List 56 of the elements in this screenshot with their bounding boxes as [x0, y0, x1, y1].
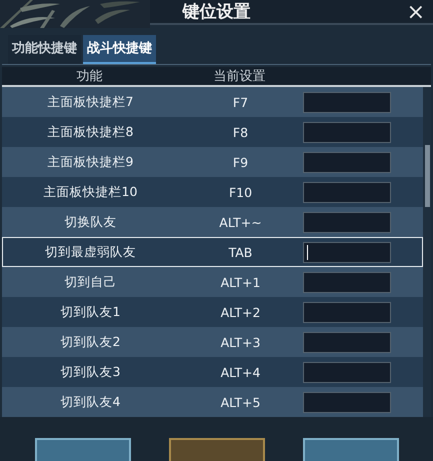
action-label: 主面板快捷栏7 — [46, 94, 134, 110]
footer-button[interactable] — [34, 438, 130, 461]
key-binding: ALT+1 — [220, 274, 262, 290]
footer-button[interactable] — [302, 438, 398, 461]
key-binding: ALT+~ — [218, 214, 263, 230]
key-binding: F8 — [232, 124, 250, 140]
action-label: 切到队友4 — [60, 394, 122, 410]
table-row[interactable]: 切换队友 ALT+~ — [2, 207, 423, 237]
key-binding: F10 — [228, 184, 254, 200]
table-row[interactable]: 主面板快捷栏7 F7 — [2, 87, 423, 117]
table-row[interactable]: 主面板快捷栏10 F10 — [2, 177, 423, 207]
key-binding: TAB — [228, 244, 254, 260]
footer-button[interactable] — [168, 438, 264, 461]
table-row[interactable]: 切到队友4 ALT+5 — [2, 387, 423, 417]
column-header: 当前设置 — [212, 68, 266, 85]
close-button[interactable]: × — [402, 2, 429, 24]
key-binding: ALT+5 — [220, 394, 262, 410]
table-row[interactable]: 切到队友3 ALT+4 — [2, 357, 423, 387]
tab[interactable]: 功能快捷键 — [8, 35, 81, 64]
column-header: 功能 — [76, 68, 104, 85]
text-cursor — [307, 244, 308, 260]
key-input-field[interactable] — [303, 332, 391, 352]
action-label: 切到自己 — [64, 274, 118, 290]
action-label: 切到队友3 — [60, 364, 122, 380]
key-input-field[interactable] — [303, 182, 391, 202]
action-label: 切到最虚弱队友 — [44, 244, 137, 260]
tab[interactable]: 战斗快捷键 — [83, 35, 156, 64]
key-input-field[interactable] — [303, 92, 391, 112]
key-binding: ALT+2 — [220, 304, 262, 320]
table-row[interactable]: 主面板快捷栏9 F9 — [2, 147, 423, 177]
key-input-field[interactable] — [303, 242, 391, 262]
key-input-field[interactable] — [303, 302, 391, 322]
key-input-field[interactable] — [303, 122, 391, 142]
key-input-field[interactable] — [303, 362, 391, 382]
key-binding: ALT+3 — [220, 334, 262, 350]
key-input-field[interactable] — [303, 212, 391, 232]
table-row[interactable]: 切到最虚弱队友 TAB — [2, 237, 423, 267]
scrollbar-thumb[interactable] — [425, 145, 430, 207]
action-label: 主面板快捷栏10 — [42, 184, 138, 200]
table-row[interactable]: 切到队友2 ALT+3 — [2, 327, 423, 357]
key-binding: ALT+4 — [220, 364, 262, 380]
key-input-field[interactable] — [303, 272, 391, 292]
action-label: 切换队友 — [64, 214, 118, 230]
action-label: 主面板快捷栏9 — [46, 154, 134, 170]
scrollbar[interactable] — [423, 87, 431, 417]
key-binding: F7 — [232, 94, 250, 110]
table-row[interactable]: 主面板快捷栏8 F8 — [2, 117, 423, 147]
key-input-field[interactable] — [303, 392, 391, 412]
table-row[interactable]: 切到自己 ALT+1 — [2, 267, 423, 297]
key-input-field[interactable] — [303, 152, 391, 172]
action-label: 主面板快捷栏8 — [46, 124, 134, 140]
action-label: 切到队友1 — [60, 304, 122, 320]
window-title: 键位设置 — [182, 1, 250, 23]
key-binding: F9 — [232, 154, 250, 170]
table-row[interactable]: 切到队友1 ALT+2 — [2, 297, 423, 327]
action-label: 切到队友2 — [60, 334, 122, 350]
